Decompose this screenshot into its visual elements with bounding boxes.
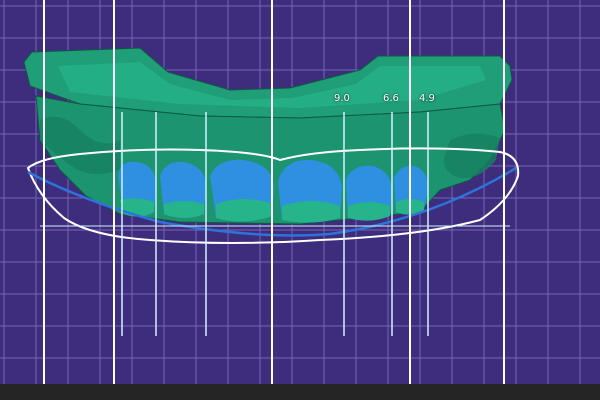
tooth-gingival-margin [348,202,390,221]
tooth-gingival-margin [120,198,154,217]
model-gum-shading-right [444,133,500,179]
measurement-label: 9.0 [334,93,350,104]
status-bar [0,384,600,400]
measurement-label: 6.6 [383,93,399,104]
tooth-gingival-margin [164,201,204,218]
3d-viewport[interactable]: 9.0 6.6 4.9 [0,0,600,384]
dental-scene[interactable] [0,0,600,384]
tooth-gingival-margin [282,201,340,223]
measurement-label: 4.9 [419,93,435,104]
tooth-gingival-margin [216,199,272,222]
